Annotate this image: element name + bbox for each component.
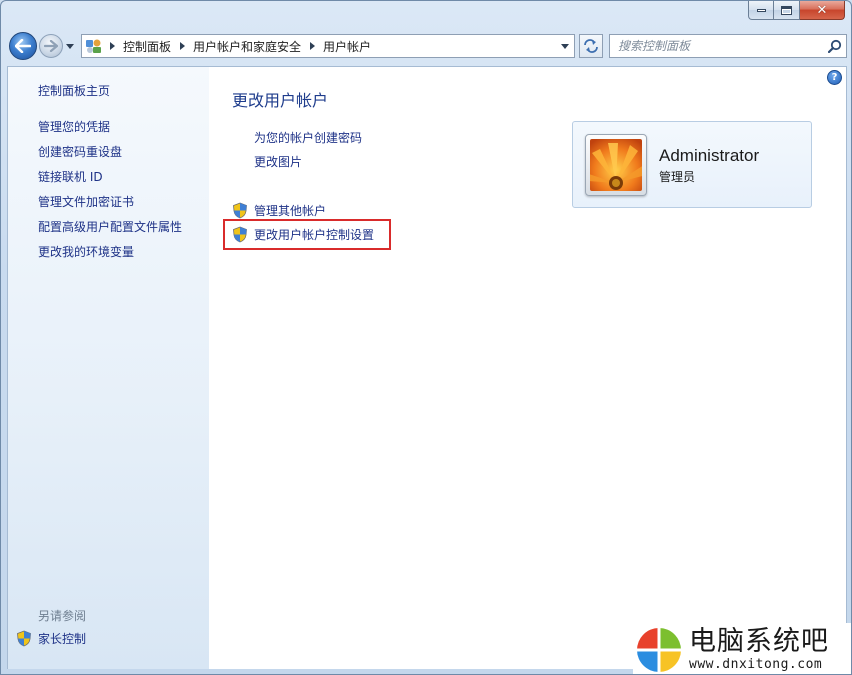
chevron-down-icon bbox=[561, 43, 569, 49]
parental-controls-link[interactable]: 家长控制 bbox=[16, 630, 86, 647]
watermark-url: www.dnxitong.com bbox=[689, 657, 823, 672]
control-panel-icon bbox=[83, 35, 105, 57]
avatar-flower-image bbox=[590, 139, 642, 191]
arrow-right-icon bbox=[44, 40, 58, 52]
change-uac-settings-label: 更改用户帐户控制设置 bbox=[254, 228, 375, 242]
control-panel-home-link[interactable]: 控制面板主页 bbox=[38, 82, 110, 99]
search-input[interactable] bbox=[610, 36, 824, 56]
breadcrumb-separator-icon[interactable] bbox=[105, 42, 119, 50]
address-dropdown-button[interactable] bbox=[556, 35, 574, 57]
site-watermark: 电脑系统吧 www.dnxitong.com bbox=[633, 623, 851, 674]
sidebar-item-file-encryption-certificates[interactable]: 管理文件加密证书 bbox=[38, 193, 134, 210]
sidebar-item-advanced-profile-properties[interactable]: 配置高级用户配置文件属性 bbox=[38, 218, 182, 235]
back-button[interactable] bbox=[9, 32, 37, 60]
breadcrumb-separator-icon[interactable] bbox=[305, 42, 319, 50]
sidebar-item-environment-variables[interactable]: 更改我的环境变量 bbox=[38, 243, 134, 260]
search-icon[interactable] bbox=[824, 35, 846, 57]
minimize-button[interactable] bbox=[748, 1, 774, 20]
left-task-pane: 控制面板主页 管理您的凭据 创建密码重设盘 链接联机 ID 管理文件加密证书 配… bbox=[7, 66, 209, 669]
uac-shield-icon bbox=[233, 202, 247, 219]
see-also-heading: 另请参阅 bbox=[38, 609, 87, 623]
breadcrumb-user-accounts-family[interactable]: 用户帐户和家庭安全 bbox=[189, 38, 305, 55]
sidebar-item-password-reset-disk[interactable]: 创建密码重设盘 bbox=[38, 143, 122, 160]
user-role: 管理员 bbox=[659, 170, 696, 184]
control-panel-window: ✕ 控制面板 用户帐户和家庭安全 用户帐户 搜索控制面板 控制面板主页 管理您的… bbox=[0, 0, 852, 675]
user-name: Administrator bbox=[659, 146, 760, 165]
sidebar-item-link-online-id[interactable]: 链接联机 ID bbox=[38, 168, 103, 185]
main-content-pane: ? 更改用户帐户 为您的帐户创建密码 更改图片 管理其他帐户 更改用户帐户控制设… bbox=[209, 66, 847, 669]
refresh-icon bbox=[584, 39, 598, 53]
search-box bbox=[609, 34, 847, 58]
avatar[interactable] bbox=[585, 134, 647, 196]
arrow-left-icon bbox=[15, 39, 31, 53]
create-password-link[interactable]: 为您的帐户创建密码 bbox=[254, 129, 362, 146]
close-button[interactable]: ✕ bbox=[800, 1, 845, 20]
windows-logo-icon bbox=[637, 627, 681, 672]
refresh-button[interactable] bbox=[579, 34, 603, 58]
parental-controls-label: 家长控制 bbox=[38, 632, 87, 646]
change-picture-link[interactable]: 更改图片 bbox=[254, 153, 302, 170]
navigation-bar: 控制面板 用户帐户和家庭安全 用户帐户 bbox=[9, 31, 847, 61]
recent-pages-button[interactable] bbox=[64, 36, 76, 56]
manage-other-accounts-link[interactable]: 管理其他帐户 bbox=[232, 202, 326, 219]
sidebar-item-manage-credentials[interactable]: 管理您的凭据 bbox=[38, 118, 110, 135]
forward-button[interactable] bbox=[39, 34, 63, 58]
breadcrumb-user-accounts[interactable]: 用户帐户 bbox=[319, 38, 375, 55]
minimize-icon bbox=[756, 8, 766, 12]
chevron-down-icon bbox=[66, 43, 74, 49]
maximize-button[interactable] bbox=[774, 1, 800, 20]
uac-shield-icon bbox=[17, 630, 31, 647]
user-account-card: Administrator 管理员 bbox=[572, 121, 812, 208]
breadcrumb-separator-icon[interactable] bbox=[175, 42, 189, 50]
help-icon: ? bbox=[831, 72, 838, 83]
manage-other-accounts-label: 管理其他帐户 bbox=[254, 204, 327, 218]
address-bar[interactable]: 控制面板 用户帐户和家庭安全 用户帐户 bbox=[81, 34, 575, 58]
breadcrumb-control-panel[interactable]: 控制面板 bbox=[119, 38, 175, 55]
caption-buttons: ✕ bbox=[748, 1, 845, 21]
page-title: 更改用户帐户 bbox=[232, 91, 329, 110]
change-uac-settings-link[interactable]: 更改用户帐户控制设置 bbox=[232, 226, 374, 243]
maximize-icon bbox=[781, 5, 792, 15]
close-icon: ✕ bbox=[816, 2, 828, 18]
watermark-title: 电脑系统吧 bbox=[689, 626, 829, 657]
uac-shield-icon bbox=[233, 226, 247, 243]
help-button[interactable]: ? bbox=[827, 70, 842, 85]
watermark-text: 电脑系统吧 www.dnxitong.com bbox=[689, 626, 829, 673]
